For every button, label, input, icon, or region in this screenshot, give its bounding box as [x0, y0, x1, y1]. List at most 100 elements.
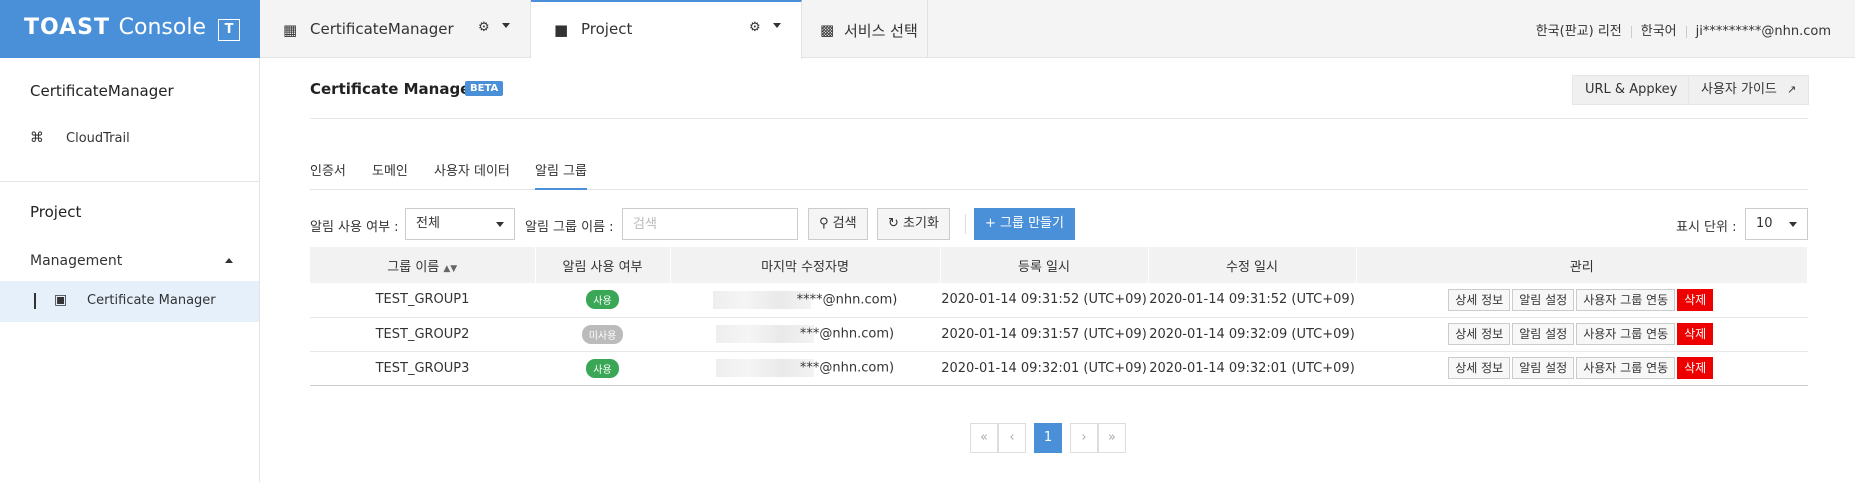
first-page-button[interactable]: «: [970, 423, 998, 453]
user-menu[interactable]: ji*********@nhn.com: [1696, 24, 1831, 39]
folder-icon: ■: [554, 21, 569, 39]
console-logo[interactable]: TOAST Console T: [0, 0, 260, 58]
gear-icon[interactable]: ⚙: [478, 20, 490, 35]
col-updated: 수정 일시: [1148, 247, 1357, 283]
sidebar-item-certificate-manager[interactable]: ▣ Certificate Manager: [0, 281, 259, 322]
created-at: 2020-01-14 09:31:52 (UTC+09): [940, 283, 1148, 318]
sort-icon[interactable]: ▲▼: [443, 264, 457, 274]
tab-project[interactable]: ■ Project ⚙: [531, 0, 802, 59]
user-group-link-button[interactable]: 사용자 그룹 연동: [1576, 288, 1676, 311]
group-name: TEST_GROUP1: [310, 283, 535, 318]
detail-button[interactable]: 상세 정보: [1448, 323, 1511, 345]
page-title: Certificate Manager: [310, 80, 478, 98]
language-selector[interactable]: 한국어: [1641, 24, 1677, 39]
col-group-name[interactable]: 그룹 이름 ▲▼: [310, 247, 536, 283]
external-link-icon: ↗: [1787, 83, 1797, 96]
beta-badge: BETA: [465, 81, 504, 96]
filter-row: 알림 사용 여부 : 전체 알림 그룹 이름 : ⚲ 검색 ↻ 초기화 + 그룹…: [310, 208, 1808, 240]
sidebar-divider: [0, 181, 259, 182]
notification-settings-button[interactable]: 알림 설정: [1512, 357, 1575, 379]
tab-certificate[interactable]: 인증서: [310, 160, 346, 190]
prev-page-button[interactable]: ‹: [998, 423, 1026, 453]
modifier: ***@nhn.com): [799, 326, 895, 342]
status-badge: 사용: [586, 290, 619, 310]
active-indicator: [34, 293, 36, 309]
last-page-button[interactable]: »: [1098, 423, 1126, 453]
name-search-input[interactable]: [622, 208, 798, 240]
delete-button[interactable]: 삭제: [1677, 323, 1714, 345]
delete-button[interactable]: 삭제: [1677, 288, 1714, 311]
sidebar-group-management[interactable]: Management: [0, 241, 259, 281]
updated-at: 2020-01-14 09:31:52 (UTC+09): [1148, 283, 1356, 318]
chevron-down-icon: [1789, 222, 1797, 227]
tab-notification-group[interactable]: 알림 그룹: [535, 160, 587, 190]
updated-at: 2020-01-14 09:32:01 (UTC+09): [1148, 351, 1356, 386]
table-header-row: 그룹 이름 ▲▼ 알림 사용 여부 마지막 수정자명 등록 일시 수정 일시 관…: [310, 247, 1808, 283]
tab-service-select-label: 서비스 선택: [844, 22, 918, 40]
updated-at: 2020-01-14 09:32:09 (UTC+09): [1148, 317, 1356, 352]
sidebar-item-cloudtrail[interactable]: ⌘ CloudTrail: [0, 119, 259, 159]
notification-settings-button[interactable]: 알림 설정: [1512, 323, 1575, 345]
region-selector[interactable]: 한국(판교) 리전: [1536, 24, 1622, 39]
group-name: TEST_GROUP3: [310, 351, 535, 386]
gear-icon[interactable]: ⚙: [749, 20, 761, 35]
create-group-button[interactable]: + 그룹 만들기: [974, 208, 1075, 240]
brand-name: TOAST: [24, 15, 110, 40]
top-right-menu: 한국(판교) 리전 한국어 ji*********@nhn.com: [1536, 20, 1831, 39]
chevron-down-icon[interactable]: [773, 23, 781, 28]
brand-suffix: Console: [118, 15, 207, 40]
status-badge: 사용: [586, 358, 619, 378]
group-name: TEST_GROUP2: [310, 317, 535, 352]
user-guide-button[interactable]: 사용자 가이드 ↗: [1688, 75, 1810, 105]
page-1-button[interactable]: 1: [1034, 423, 1062, 453]
reset-button-label: 초기화: [903, 216, 939, 231]
use-filter-select[interactable]: 전체: [405, 208, 515, 240]
table-row: TEST_GROUP2 미사용 ***@nhn.com) 2020-01-14 …: [310, 317, 1808, 352]
tab-bar: 인증서 도메인 사용자 데이터 알림 그룹: [310, 160, 1808, 190]
use-filter-label: 알림 사용 여부 :: [310, 220, 399, 235]
created-at: 2020-01-14 09:32:01 (UTC+09): [940, 351, 1148, 386]
header-divider: [310, 118, 1808, 119]
page-size-select[interactable]: 10: [1745, 208, 1808, 240]
sidebar-item-label: CloudTrail: [66, 131, 130, 146]
tab-project-label: Project: [581, 20, 633, 38]
name-filter-label: 알림 그룹 이름 :: [525, 220, 614, 235]
chevron-up-icon[interactable]: [225, 258, 233, 263]
cloudtrail-icon: ⌘: [30, 130, 44, 146]
sidebar-item-label: Certificate Manager: [87, 293, 216, 308]
search-button-label: 검색: [832, 216, 857, 231]
search-button[interactable]: ⚲ 검색: [808, 208, 868, 240]
org-switch-icon[interactable]: T: [218, 19, 240, 41]
next-page-button[interactable]: ›: [1070, 423, 1098, 453]
use-filter-value: 전체: [416, 216, 440, 231]
url-appkey-button[interactable]: URL & Appkey: [1572, 75, 1691, 105]
reset-button[interactable]: ↻ 초기화: [877, 208, 950, 240]
table-row: TEST_GROUP3 사용 ***@nhn.com) 2020-01-14 0…: [310, 351, 1808, 386]
modifier: ****@nhn.com): [796, 292, 898, 308]
tab-domain[interactable]: 도메인: [372, 160, 408, 190]
chevron-down-icon: [496, 222, 504, 227]
col-use-status: 알림 사용 여부: [535, 247, 671, 283]
chevron-down-icon[interactable]: [502, 23, 510, 28]
col-created: 등록 일시: [940, 247, 1149, 283]
tab-user-data[interactable]: 사용자 데이터: [434, 160, 510, 190]
sidebar-project-title: Project: [30, 203, 82, 221]
sidebar: CertificateManager ⌘ CloudTrail Project …: [0, 58, 260, 482]
status-badge: 미사용: [581, 324, 624, 344]
created-at: 2020-01-14 09:31:57 (UTC+09): [940, 317, 1148, 352]
grid-icon: ▩: [820, 21, 835, 39]
delete-button[interactable]: 삭제: [1677, 357, 1714, 379]
create-group-label: 그룹 만들기: [1000, 216, 1064, 231]
user-guide-label: 사용자 가이드: [1701, 82, 1777, 97]
tab-service-select[interactable]: ▩ 서비스 선택: [802, 0, 928, 58]
tab-organization[interactable]: ▦ CertificateManager ⚙: [260, 0, 531, 58]
col-modifier: 마지막 수정자명: [670, 247, 941, 283]
user-group-link-button[interactable]: 사용자 그룹 연동: [1576, 357, 1676, 379]
user-group-link-button[interactable]: 사용자 그룹 연동: [1576, 323, 1676, 345]
table-row: TEST_GROUP1 사용 ****@nhn.com) 2020-01-14 …: [310, 283, 1808, 318]
detail-button[interactable]: 상세 정보: [1448, 357, 1511, 379]
notification-settings-button[interactable]: 알림 설정: [1512, 288, 1575, 311]
sidebar-group-label: Management: [30, 253, 123, 269]
building-icon: ▦: [283, 21, 298, 39]
detail-button[interactable]: 상세 정보: [1448, 288, 1511, 311]
